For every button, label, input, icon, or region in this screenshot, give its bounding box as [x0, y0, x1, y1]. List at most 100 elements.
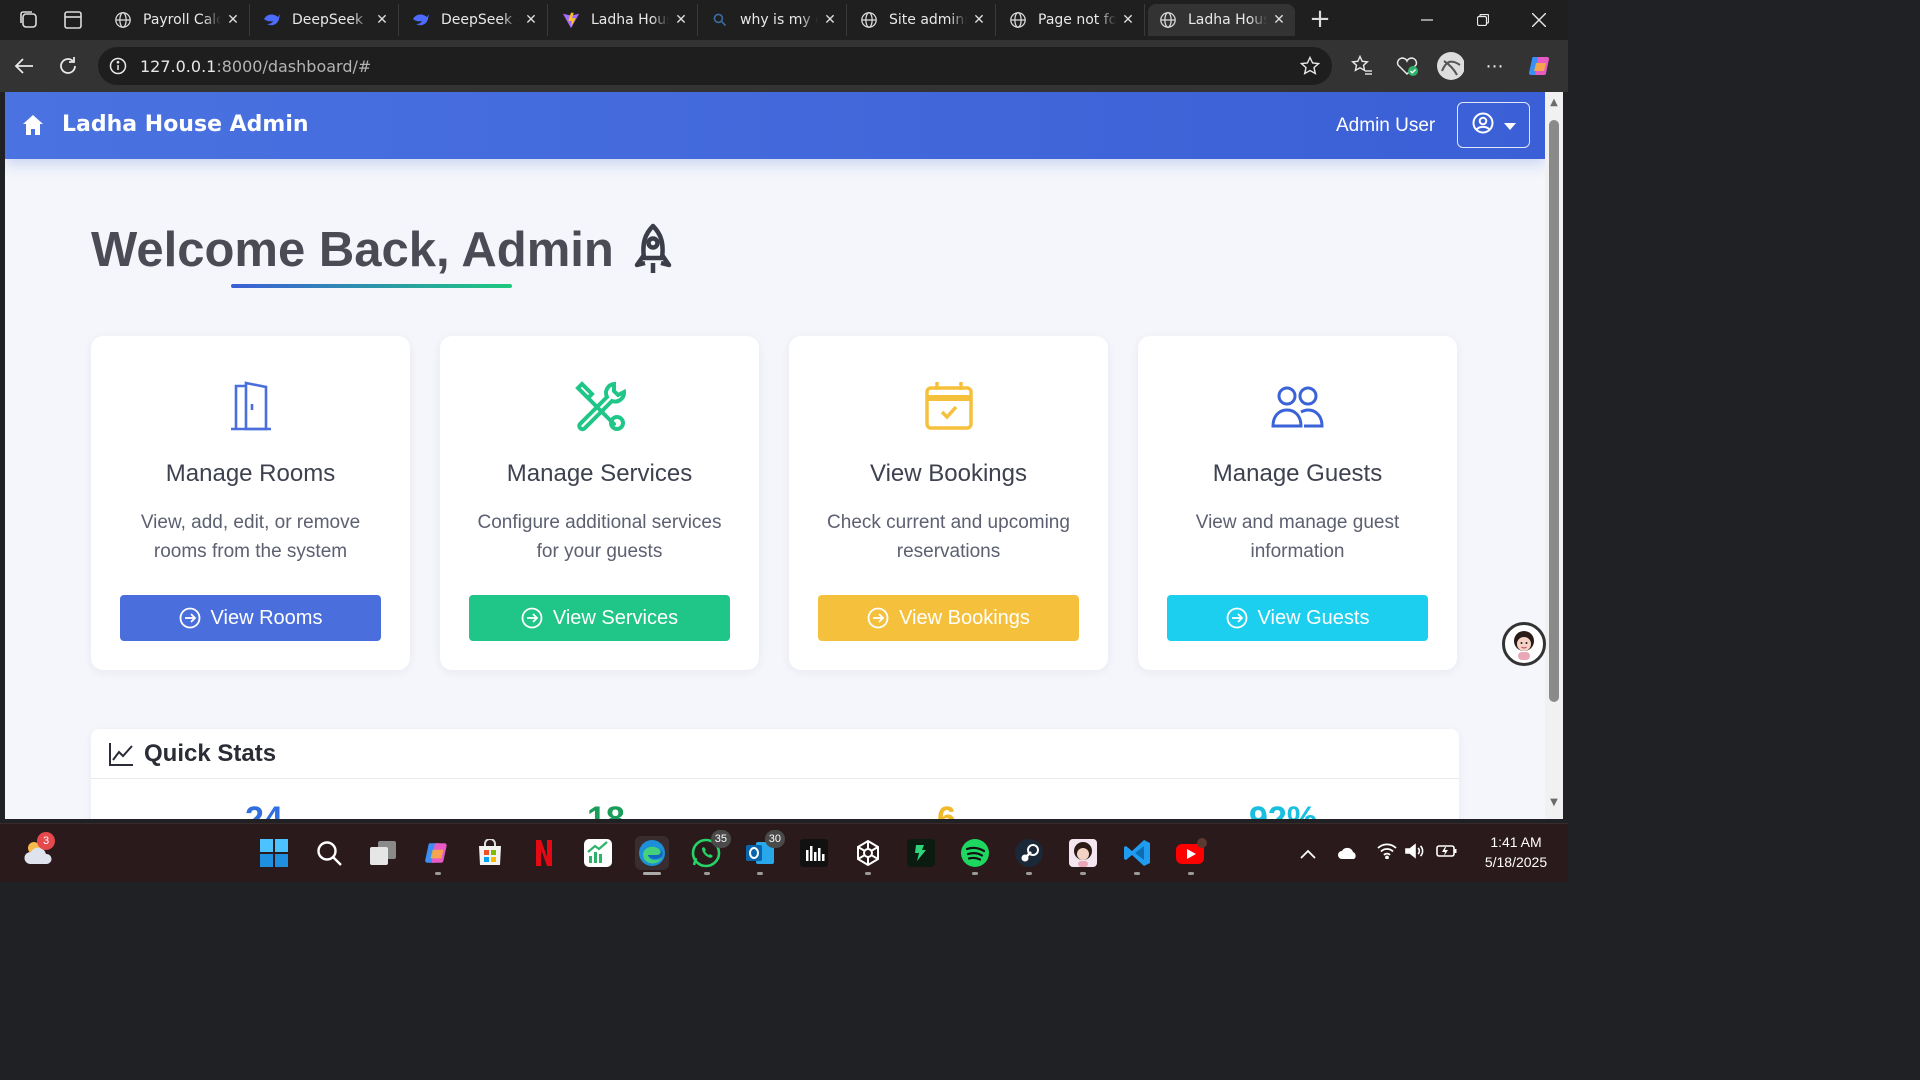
brand[interactable]: Ladha House Admin [21, 112, 309, 137]
view-services-button[interactable]: View Services [469, 595, 730, 641]
character-app-icon[interactable] [1066, 836, 1100, 870]
terminal-app-icon[interactable] [904, 836, 938, 870]
copilot-icon[interactable] [1526, 52, 1554, 80]
favorite-star-icon[interactable] [1299, 55, 1321, 80]
close-tab-icon[interactable]: ✕ [967, 8, 991, 32]
arrow-right-circle-icon [867, 607, 889, 629]
card-view-bookings: View Bookings Check current and upcoming… [789, 336, 1108, 670]
copilot-taskbar-icon[interactable] [420, 836, 454, 870]
running-indicator [757, 872, 763, 875]
spotify-icon[interactable] [958, 836, 992, 870]
view-guests-button[interactable]: View Guests [1167, 595, 1428, 641]
ms-store-icon[interactable] [473, 836, 507, 870]
scrollbar-thumb[interactable] [1549, 120, 1559, 702]
welcome-heading: Welcome Back, Admin [91, 222, 674, 278]
running-indicator [1026, 872, 1032, 875]
whatsapp-icon[interactable]: 35 [689, 830, 731, 870]
url-host: 127.0.0.1 [140, 56, 217, 76]
running-indicator [704, 872, 710, 875]
card-title: View Bookings [870, 460, 1027, 487]
tab-3[interactable]: DeepSeek - ✕ [401, 4, 548, 36]
start-icon[interactable] [257, 836, 291, 870]
edge-icon[interactable] [635, 836, 669, 870]
youtube-icon[interactable] [1174, 836, 1208, 870]
tab-label: why is my c [740, 12, 818, 28]
tab-actions-icon[interactable] [61, 8, 85, 32]
tab-4[interactable]: Ladha Hous ✕ [551, 4, 698, 36]
scroll-up-icon[interactable]: ▲ [1548, 98, 1560, 108]
vscode-icon[interactable] [1120, 836, 1154, 870]
close-tab-icon[interactable]: ✕ [1267, 8, 1291, 32]
tab-6[interactable]: Site admini ✕ [849, 4, 996, 36]
restore-icon[interactable] [1455, 0, 1511, 40]
rocket-icon [632, 223, 674, 277]
url-text[interactable]: 127.0.0.1:8000/dashboard/# [140, 57, 371, 76]
tab-label: Ladha Hous [591, 12, 669, 28]
tab-5[interactable]: why is my c ✕ [700, 4, 847, 36]
card-description: Check current and upcoming reservations [827, 512, 1070, 562]
close-tab-icon[interactable]: ✕ [669, 8, 693, 32]
tab-8-active[interactable]: Ladha Hous ✕ [1148, 4, 1295, 36]
calendar-check-icon [921, 378, 977, 434]
scroll-down-icon[interactable]: ▼ [1548, 798, 1560, 808]
system-clock[interactable]: 1:41 AM 5/18/2025 [1470, 832, 1562, 872]
weather-badge: 3 [37, 832, 55, 850]
workspaces-icon[interactable] [17, 8, 41, 32]
more-options-icon[interactable]: ⋯ [1481, 52, 1509, 80]
home-icon [21, 113, 45, 137]
chevron-up-icon[interactable] [1300, 844, 1316, 863]
search-icon [710, 10, 730, 30]
volume-icon[interactable] [1405, 843, 1425, 863]
card-title: Manage Rooms [165, 460, 336, 487]
running-indicator [1134, 872, 1140, 875]
battery-icon[interactable] [1436, 843, 1458, 863]
line-chart-icon [108, 741, 134, 767]
view-bookings-button[interactable]: View Bookings [818, 595, 1079, 641]
close-window-icon[interactable] [1511, 0, 1567, 40]
site-info-icon[interactable] [108, 56, 128, 76]
address-bar[interactable]: 127.0.0.1:8000/dashboard/# [98, 47, 1332, 85]
active-indicator [643, 872, 661, 875]
top-navbar: Ladha House Admin Admin User [5, 92, 1545, 159]
audio-app-icon[interactable] [797, 836, 831, 870]
new-tab-icon[interactable]: + [1308, 6, 1332, 32]
onedrive-icon[interactable] [1337, 845, 1359, 864]
stat-value-4: 92% [1249, 800, 1318, 819]
weather-icon[interactable]: 3 [22, 832, 56, 870]
outlook-icon[interactable]: 30 [743, 830, 785, 870]
chatgpt-icon[interactable] [851, 836, 885, 870]
close-tab-icon[interactable]: ✕ [818, 8, 842, 32]
arrow-right-circle-icon [179, 607, 201, 629]
card-description: View and manage guest information [1195, 512, 1400, 562]
tab-label: Payroll Calc [143, 12, 221, 28]
netflix-icon[interactable] [527, 836, 561, 870]
page-scrollbar[interactable]: ▲ ▼ [1545, 92, 1563, 819]
deepseek-icon [262, 10, 282, 30]
quick-stats-header: Quick Stats [91, 729, 1459, 779]
close-tab-icon[interactable]: ✕ [519, 8, 543, 32]
reload-icon[interactable] [54, 52, 82, 80]
favorites-icon[interactable] [1348, 52, 1376, 80]
close-tab-icon[interactable]: ✕ [221, 8, 245, 32]
task-view-icon[interactable] [366, 836, 400, 870]
close-tab-icon[interactable]: ✕ [370, 8, 394, 32]
tab-2[interactable]: DeepSeek ✕ [252, 4, 399, 36]
close-tab-icon[interactable]: ✕ [1116, 8, 1140, 32]
profile-avatar[interactable] [1436, 52, 1464, 80]
wifi-icon[interactable] [1377, 843, 1397, 863]
steam-icon[interactable] [1012, 836, 1046, 870]
tab-1[interactable]: Payroll Calc ✕ [103, 4, 250, 36]
running-indicator [1188, 872, 1194, 875]
floating-assistant-avatar[interactable] [1502, 622, 1546, 666]
minimize-icon[interactable] [1399, 0, 1455, 40]
user-menu-button[interactable] [1457, 102, 1530, 148]
back-icon[interactable] [10, 52, 38, 80]
tab-7[interactable]: Page not fo ✕ [998, 4, 1145, 36]
search-icon[interactable] [312, 836, 346, 870]
view-rooms-button[interactable]: View Rooms [120, 595, 381, 641]
browser-essentials-icon[interactable] [1393, 52, 1421, 80]
page-viewport: Ladha House Admin Admin User Welcome Bac… [5, 92, 1545, 819]
url-path: :8000/dashboard/# [216, 56, 372, 76]
button-label: View Services [552, 606, 679, 629]
stocks-app-icon[interactable] [581, 836, 615, 870]
